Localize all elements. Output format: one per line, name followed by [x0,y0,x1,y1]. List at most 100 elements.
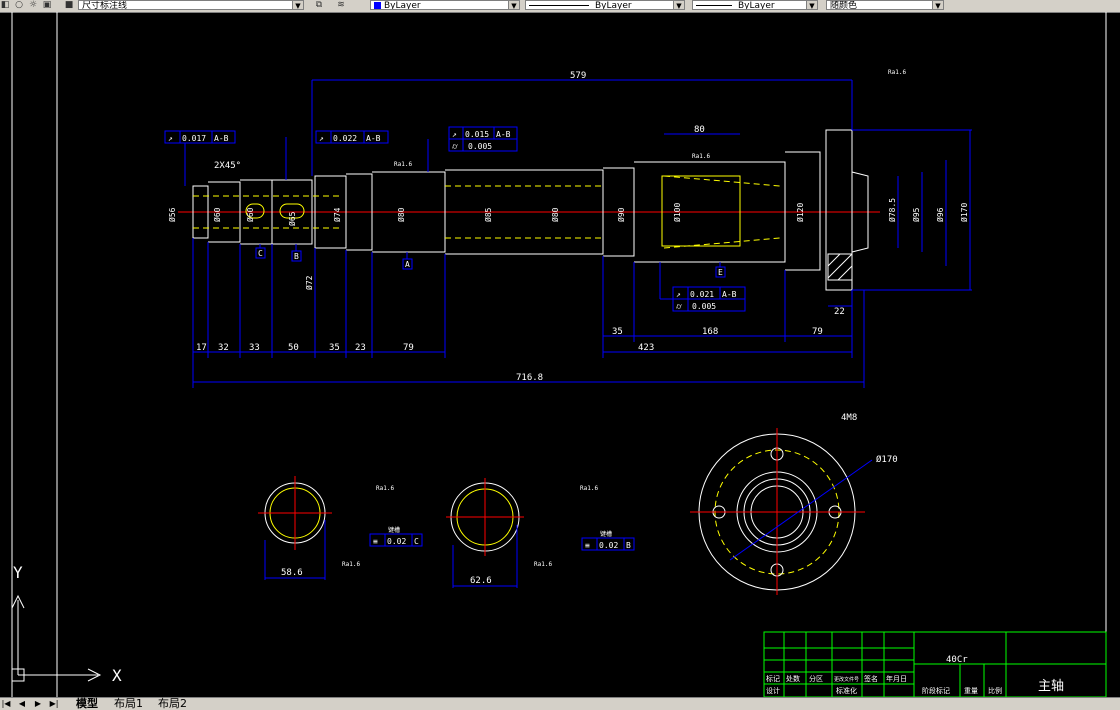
lineweight-select[interactable]: ByLayer ▼ [692,0,818,10]
gdt-value: 0.005 [468,142,492,151]
chevron-down-icon[interactable]: ▼ [806,1,817,9]
shaft-outline [192,129,869,291]
datum-label: A [405,260,410,269]
gdt-value: 0.005 [692,302,716,311]
gdt-ref: A-B [496,130,511,139]
gdt-texts: ↗ 0.017 A-B ↗ 0.022 A-B ↗ 0.015 A-B ⌭ 0.005 ↗ 0.… [168,130,737,550]
material-label: 40Cr [946,655,968,665]
gdt-symbol: ≡ [585,541,590,550]
diameter-label: Ø80 [550,207,560,222]
dim-seg33: 33 [249,343,260,353]
title-cell: 比例 [988,686,1002,695]
diameter-label: Ø60 [212,207,222,222]
linetype-sample [529,5,589,6]
roughness-label: Ra1.6 [692,153,710,160]
title-cell: 阶段标记 [922,686,950,695]
keyway-label: 键槽 [388,526,400,534]
title-cell: 重量 [964,687,978,695]
ucs-x-label: X [112,666,122,685]
dim-seg23: 23 [355,343,366,353]
part-name: 主轴 [1038,679,1064,694]
tab-model[interactable]: 模型 [76,698,98,710]
title-cell: 年月日 [886,674,907,683]
lineweight-value: ByLayer [738,1,775,10]
prev-tab-icon[interactable]: ◀ [16,698,28,710]
gdt-symbol: ↗ [319,134,324,143]
gdt-symbol: ↗ [452,130,457,139]
dimstyle-select[interactable]: 尺寸标注线 ▼ [78,0,304,10]
diameter-label: Ø95 [911,207,921,222]
title-cell: 签名 [864,674,878,683]
diameter-label: Ø85 [483,207,493,222]
layer-manager-icon[interactable]: ⧉ [310,0,328,10]
gdt-value: 0.017 [182,134,206,143]
title-cell: 分区 [809,674,823,683]
gdt-ref: C [414,537,419,546]
chevron-down-icon[interactable]: ▼ [508,1,519,9]
color-square-icon[interactable]: ■ [64,0,74,10]
hatch-lines [827,253,853,281]
diameter-label: Ø65 [287,211,297,226]
roughness-label: Ra1.6 [580,485,598,492]
diameter-label: Ø60 [245,207,255,222]
title-cell: 设计 [766,686,780,695]
datum-label: C [258,249,263,258]
gdt-symbol: ↗ [676,290,681,299]
gdt-ref: B [626,541,631,550]
gdt-ref: A-B [366,134,381,143]
last-tab-icon[interactable]: ▶| [48,698,60,710]
layer-previous-icon[interactable]: ≋ [332,0,350,10]
next-tab-icon[interactable]: ▶ [32,698,44,710]
tab-layout2[interactable]: 布局2 [158,698,187,710]
roughness-label: Ra1.6 [342,561,360,568]
dim-seg35a: 35 [329,343,340,353]
dim-seg17: 17 [196,343,207,353]
gdt-symbol: ⌭ [676,302,682,311]
layer-icon[interactable]: ◧ [0,0,10,10]
dimension-lines [192,79,972,388]
dim-holes: 4M8 [841,413,857,423]
chevron-down-icon[interactable]: ▼ [673,1,684,9]
title-cell: 更改文件号 [834,676,859,683]
freeze-icon[interactable]: ○ [14,0,24,10]
dim-chamfer: 2X45° [214,161,241,171]
dim-seg79a: 79 [403,343,414,353]
section-view-1 [258,476,332,580]
linetype-value: ByLayer [595,1,632,10]
chevron-down-icon[interactable]: ▼ [292,1,303,9]
dim-seg79b: 79 [812,327,823,337]
diameter-label: Ø78.5 [887,198,897,222]
drawing-canvas[interactable]: 579 716.8 17 32 33 50 35 23 79 35 423 16… [0,12,1120,697]
tab-layout1[interactable]: 布局1 [114,698,143,710]
diameter-label: Ø100 [672,203,682,222]
gdt-value: 0.02 [599,541,618,550]
color-swatch [374,2,381,9]
gdt-value: 0.022 [333,134,357,143]
plotstyle-select[interactable]: 随颜色 ▼ [826,0,944,10]
diameter-label: Ø80 [396,207,406,222]
title-cell: 处数 [786,674,800,683]
datum-label: B [294,252,299,261]
gdt-symbol: ≡ [373,537,378,546]
dim-overall-upper: 579 [570,71,586,81]
ucs-y-label: Y [13,563,23,582]
keyways [245,175,741,247]
sun-icon[interactable]: ☼ [28,0,38,10]
layer-color-select[interactable]: ByLayer ▼ [370,0,520,10]
lock-icon[interactable]: ▣ [42,0,52,10]
dim-seg168: 168 [702,327,718,337]
dim-len22: 22 [834,307,845,317]
datum-label: E [718,268,723,277]
gdt-frames [164,126,746,551]
diameter-label: Ø96 [935,207,945,222]
gdt-value: 0.015 [465,130,489,139]
title-block-texts: 40Cr 主轴 标记 处数 分区 更改文件号 签名 年月日 设计 标准化 阶段标… [766,655,1064,695]
gdt-ref: A-B [214,134,229,143]
section-view-2 [446,478,524,588]
dim-seg32: 32 [218,343,229,353]
linetype-select[interactable]: ByLayer ▼ [525,0,685,10]
chevron-down-icon[interactable]: ▼ [932,1,943,9]
dimstyle-value: 尺寸标注线 [82,1,128,10]
roughness-labels: Ra1.6 Ra1.6 Ra1.6 Ra1.6 Ra1.6 Ra1.6 Ra1.… [342,69,906,568]
first-tab-icon[interactable]: |◀ [0,698,12,710]
